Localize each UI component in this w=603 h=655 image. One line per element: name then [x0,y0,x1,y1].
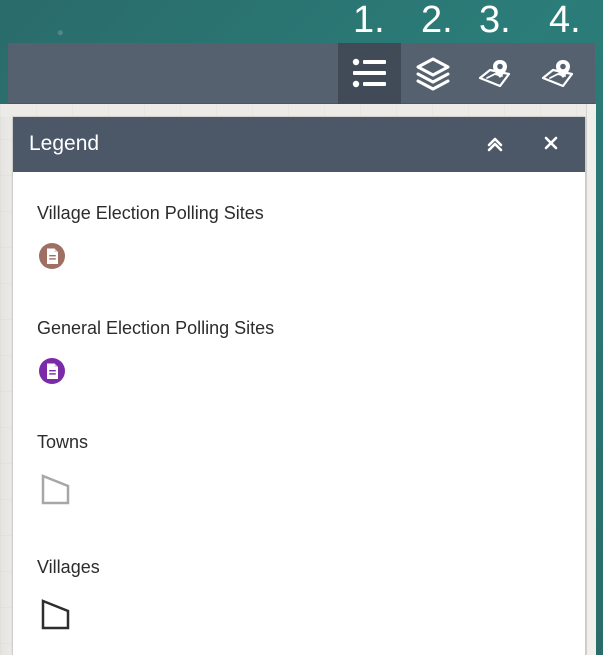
map-pin-tool-button[interactable] [464,43,527,104]
layers-icon [414,56,452,92]
panel-shadow [0,117,13,655]
double-chevron-up-icon [485,133,505,158]
document-icon [39,354,81,392]
legend-item-label: Villages [37,557,100,577]
legend-panel: Legend Village Election Polling Sites Ge… [13,117,585,655]
map-toolbar [8,43,595,104]
map-pin-tool-button-2[interactable] [527,43,590,104]
close-icon [542,134,560,157]
map-pin-icon [539,56,579,92]
document-icon [39,239,81,277]
list-icon [349,55,391,93]
layers-button[interactable] [401,43,464,104]
legend-item-label: General Election Polling Sites [37,318,275,338]
legend-header: Legend [13,117,585,172]
step-number-2: 2. [421,0,453,41]
step-number-1: 1. [353,0,385,41]
map-pin-icon [476,56,516,92]
polygon-icon [39,472,81,510]
step-numbers: 1. 2. 3. 4. [353,0,593,43]
legend-title: Legend [29,132,100,155]
legend-body: Village Election Polling Sites General E… [13,172,585,655]
legend-item-label: Towns [37,432,89,452]
map-edge [586,104,596,655]
legend-item-label: Village Election Polling Sites [37,203,264,223]
step-number-3: 3. [479,0,511,41]
polygon-icon [39,597,81,635]
collapse-button[interactable] [481,131,509,159]
close-button[interactable] [537,131,565,159]
step-number-4: 4. [549,0,581,41]
legend-list-button[interactable] [338,43,401,104]
